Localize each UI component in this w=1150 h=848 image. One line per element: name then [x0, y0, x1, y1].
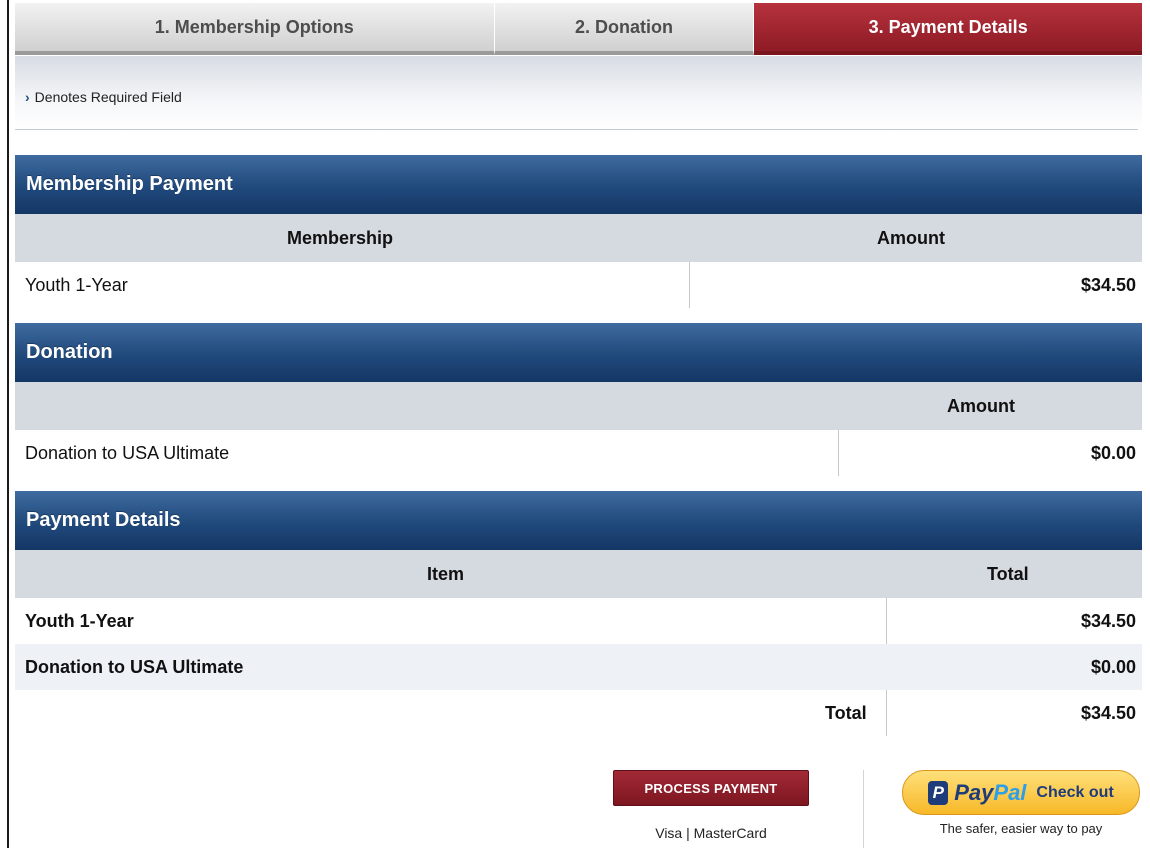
divider-line	[15, 129, 1138, 130]
total-label: Total	[825, 703, 867, 723]
checkout-page: 1. Membership Options 2. Donation 3. Pay…	[15, 0, 1146, 848]
column-divider	[689, 262, 690, 308]
table-row: Donation to USA Ultimate $0.00	[15, 644, 1142, 690]
item-total: $34.50	[1080, 611, 1136, 631]
total-value: $34.50	[1080, 703, 1136, 723]
column-header-amount: Amount	[877, 228, 945, 248]
required-field-text: Denotes Required Field	[34, 89, 182, 105]
paypal-checkout-button[interactable]: P Pay Pal Check out	[902, 770, 1140, 815]
column-header-membership: Membership	[287, 228, 394, 248]
section-title: Donation	[26, 341, 113, 363]
paypal-checkout-label: Check out	[1036, 783, 1114, 801]
tab-payment-details[interactable]: 3. Payment Details	[754, 3, 1142, 55]
left-border	[7, 0, 9, 848]
column-header-total: Total	[987, 564, 1029, 584]
checkout-steps: 1. Membership Options 2. Donation 3. Pay…	[15, 3, 1142, 56]
process-payment-button[interactable]: PROCESS PAYMENT	[613, 770, 809, 806]
item-name: Youth 1-Year	[25, 611, 134, 631]
accepted-cards: Visa | MasterCard	[655, 825, 767, 841]
payment-details-header: Payment Details	[15, 491, 1142, 550]
tab-donation[interactable]: 2. Donation	[494, 3, 755, 55]
donation-header: Donation	[15, 323, 1142, 382]
paypal-logo-icon: P	[928, 780, 949, 805]
required-field-bar: › Denotes Required Field	[15, 56, 1142, 130]
section-title: Membership Payment	[26, 173, 233, 195]
paypal-wordmark-pal: Pal	[993, 779, 1027, 805]
membership-column-headers: Membership Amount	[15, 214, 1142, 262]
required-field-note: › Denotes Required Field	[25, 89, 182, 105]
paypal-tagline: The safer, easier way to pay	[939, 821, 1103, 836]
column-header-item: Item	[427, 564, 465, 584]
membership-payment-header: Membership Payment	[15, 155, 1142, 214]
table-row: Youth 1-Year $34.50	[15, 598, 1142, 644]
action-separator	[863, 770, 864, 848]
total-row: Total $34.50	[15, 690, 1142, 736]
paypal-wordmark-pay: Pay	[954, 779, 994, 805]
column-divider	[838, 430, 839, 476]
membership-name: Youth 1-Year	[25, 275, 128, 295]
item-total: $0.00	[1090, 657, 1136, 677]
table-row: Donation to USA Ultimate $0.00	[15, 430, 1142, 478]
table-row: Youth 1-Year $34.50	[15, 262, 1142, 310]
payment-column-headers: Item Total	[15, 550, 1142, 598]
donation-column-headers: Amount	[15, 382, 1142, 430]
donation-amount: $0.00	[1090, 443, 1136, 463]
column-header-amount: Amount	[947, 396, 1015, 416]
chevron-right-icon: ›	[25, 89, 30, 105]
section-title: Payment Details	[26, 509, 181, 531]
tab-membership-options[interactable]: 1. Membership Options	[15, 3, 495, 55]
item-name: Donation to USA Ultimate	[25, 657, 244, 677]
membership-amount: $34.50	[1080, 275, 1136, 295]
donation-name: Donation to USA Ultimate	[25, 443, 230, 463]
